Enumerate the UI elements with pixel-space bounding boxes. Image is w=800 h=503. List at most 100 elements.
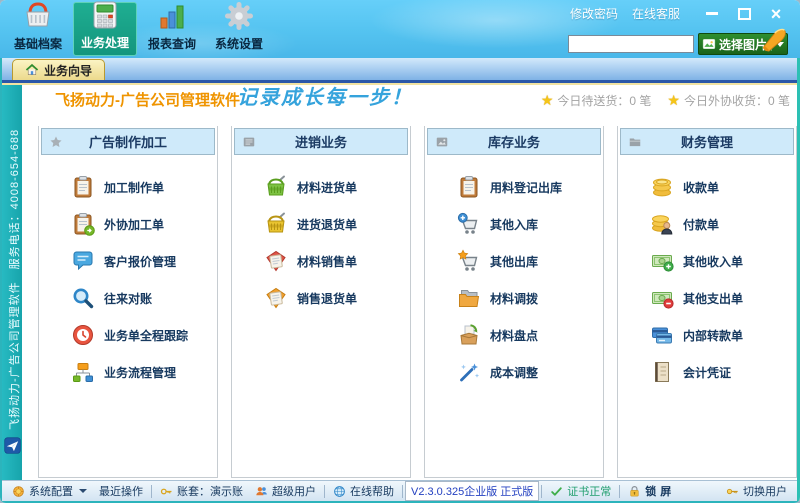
column-header: 进销业务	[234, 128, 408, 155]
statusbar-item[interactable]: 在线帮助	[327, 483, 400, 499]
menu-item[interactable]: 成本调整	[457, 360, 603, 384]
menu-item-label: 其他入库	[490, 216, 538, 233]
toolbar-item-label: 报表查询	[148, 35, 196, 52]
menu-item[interactable]: 往来对账	[71, 286, 217, 310]
version-badge: V2.3.0.325企业版 正式版	[405, 481, 539, 501]
gear-icon	[223, 0, 255, 32]
horn-icon[interactable]	[760, 26, 788, 54]
basket-icon	[22, 0, 54, 32]
close-button[interactable]: ×	[768, 6, 784, 22]
menu-item[interactable]: 业务流程管理	[71, 360, 217, 384]
chevron-down-icon	[79, 489, 87, 493]
maximize-button[interactable]	[736, 6, 752, 22]
column-items: 加工制作单外协加工单客户报价管理往来对账业务单全程跟踪业务流程管理	[39, 157, 217, 384]
sys-gear-icon	[12, 485, 25, 498]
close-icon: ×	[771, 7, 782, 21]
menu-item[interactable]: 业务单全程跟踪	[71, 323, 217, 347]
toolbar-item-base-archives[interactable]: 基础档案	[6, 2, 70, 56]
menu-item-label: 成本调整	[490, 364, 538, 381]
menu-item-label: 内部转款单	[683, 327, 743, 344]
rail-service-text: 飞扬动力-广告公司管理软件 服务电话：4008-654-688	[6, 129, 22, 430]
menu-item[interactable]: 材料销售单	[264, 249, 410, 273]
tab-business-guide[interactable]: 业务向导	[12, 59, 105, 80]
statusbar-item-label: 系统配置	[29, 483, 73, 499]
menu-item[interactable]: 销售退货单	[264, 286, 410, 310]
statusbar-item[interactable]: 系统配置	[6, 483, 93, 499]
menu-item[interactable]: 其他收入单	[650, 249, 796, 273]
note-faded-icon	[242, 135, 256, 149]
minimize-button[interactable]	[704, 6, 720, 22]
menu-item[interactable]: 进货退货单	[264, 212, 410, 236]
statusbar-item-label: 证书正常	[567, 483, 611, 499]
star-icon: ★	[667, 92, 680, 109]
slogan-text: 记录成长每一步！	[237, 81, 413, 110]
globe-icon	[333, 485, 346, 498]
magnifier-icon	[71, 286, 95, 310]
banner-image-input[interactable]	[568, 35, 694, 53]
menu-item[interactable]: 客户报价管理	[71, 249, 217, 273]
menu-item[interactable]: 内部转款单	[650, 323, 796, 347]
statusbar-item[interactable]: 账套：演示账	[154, 483, 249, 499]
menu-item-label: 往来对账	[104, 290, 152, 307]
calculator-icon	[89, 0, 121, 31]
statusbar-item-label: 最近操作	[99, 483, 143, 499]
menu-item[interactable]: 外协加工单	[71, 212, 217, 236]
statusbar-item[interactable]: 锁屏	[622, 483, 681, 499]
online-service-link[interactable]: 在线客服	[632, 5, 680, 22]
menu-item-label: 销售退货单	[297, 290, 357, 307]
box-arrow-icon	[457, 323, 481, 347]
menu-item[interactable]: 其他入库	[457, 212, 603, 236]
menu-item[interactable]: 材料调拨	[457, 286, 603, 310]
stat-outsource-text: 今日外协收货：0 笔	[684, 92, 790, 109]
paper-orange-icon	[264, 286, 288, 310]
menu-item[interactable]: 会计凭证	[650, 360, 796, 384]
menu-item-label: 加工制作单	[104, 179, 164, 196]
image-icon	[702, 37, 716, 51]
toolbar-item-settings[interactable]: 系统设置	[207, 2, 271, 56]
status-bar: 系统配置 最近操作 账套：演示账超级用户在线帮助 V2.3.0.325企业版 正式版 证…	[2, 480, 797, 501]
statusbar-item[interactable]: 切换用户	[720, 483, 793, 499]
menu-item[interactable]: 其他支出单	[650, 286, 796, 310]
home-icon	[25, 63, 39, 77]
column-items: 用料登记出库其他入库其他出库材料调拨材料盘点成本调整	[425, 157, 603, 384]
menu-item[interactable]: 用料登记出库	[457, 175, 603, 199]
window-controls: ×	[704, 6, 784, 22]
column-panel-1: 广告制作加工加工制作单外协加工单客户报价管理往来对账业务单全程跟踪业务流程管理	[38, 126, 218, 478]
column-panel-2: 进销业务材料进货单进货退货单材料销售单销售退货单	[231, 126, 411, 478]
menu-item[interactable]: 加工制作单	[71, 175, 217, 199]
statusbar-item-label: 账套：演示账	[177, 483, 243, 499]
menu-item[interactable]: 其他出库	[457, 249, 603, 273]
ledger-icon	[650, 360, 674, 384]
menu-item-label: 外协加工单	[104, 216, 164, 233]
pic-faded-icon	[435, 135, 449, 149]
note-minus-icon	[650, 286, 674, 310]
tab-label: 业务向导	[44, 62, 92, 79]
chat-bubble-icon	[71, 249, 95, 273]
column-panel-3: 库存业务用料登记出库其他入库其他出库材料调拨材料盘点成本调整	[424, 126, 604, 478]
menu-item[interactable]: 收款单	[650, 175, 796, 199]
lock-icon	[628, 485, 641, 498]
wand-icon	[457, 360, 481, 384]
toolbar-item-reports[interactable]: 报表查询	[140, 2, 204, 56]
column-items: 收款单付款单其他收入单其他支出单内部转款单会计凭证	[618, 157, 796, 384]
column-title: 财务管理	[681, 132, 733, 151]
version-text: V2.3.0.325企业版 正式版	[411, 486, 533, 498]
column-header: 库存业务	[427, 128, 601, 155]
statusbar-item[interactable]: 最近操作	[93, 483, 149, 499]
menu-item-label: 其他收入单	[683, 253, 743, 270]
menu-item[interactable]: 材料进货单	[264, 175, 410, 199]
column-items: 材料进货单进货退货单材料销售单销售退货单	[232, 157, 410, 310]
menu-item-label: 用料登记出库	[490, 179, 562, 196]
menu-item[interactable]: 付款单	[650, 212, 796, 236]
coins-icon	[650, 175, 674, 199]
column-panel-4: 财务管理收款单付款单其他收入单其他支出单内部转款单会计凭证	[617, 126, 797, 478]
statusbar-item-label: 切换用户	[743, 483, 787, 499]
note-plus-icon	[650, 249, 674, 273]
flowchart-icon	[71, 360, 95, 384]
column-header: 广告制作加工	[41, 128, 215, 155]
change-password-link[interactable]: 修改密码	[570, 5, 618, 22]
statusbar-item[interactable]: 超级用户	[249, 483, 322, 499]
menu-item[interactable]: 材料盘点	[457, 323, 603, 347]
toolbar-item-business-process[interactable]: 业务处理	[73, 2, 137, 56]
key-icon	[160, 485, 173, 498]
